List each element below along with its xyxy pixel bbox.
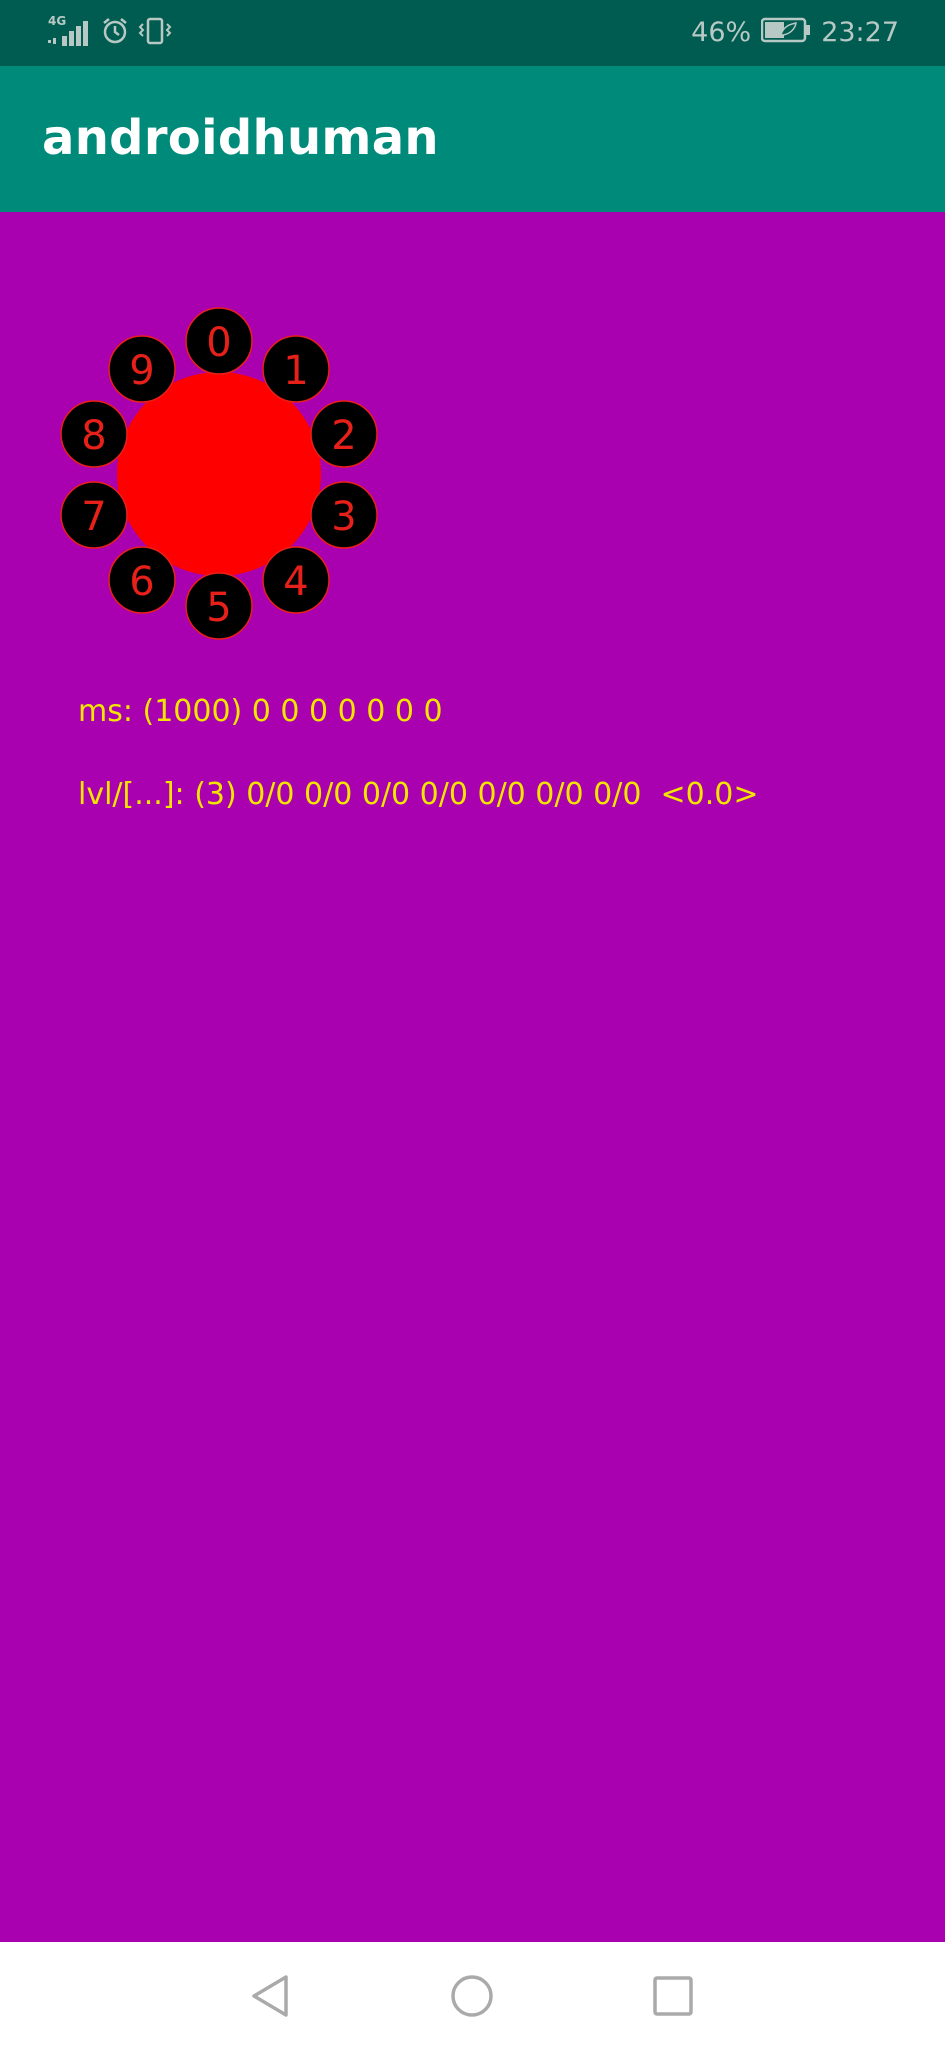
alarm-icon (100, 16, 130, 50)
dial-button-7[interactable]: 7 (60, 481, 128, 549)
home-button[interactable] (444, 1968, 500, 2024)
dial-button-label: 7 (81, 494, 106, 540)
status-right: 46% 23:27 (691, 14, 899, 52)
rotary-dial: 0 12 34 5 67 89 (60, 307, 378, 640)
clock-time: 23:27 (821, 17, 899, 48)
ms-readout: ms: (1000) 0 0 0 0 0 0 0 (78, 694, 443, 729)
dial-button-label: 4 (283, 559, 308, 605)
dial-button-9[interactable]: 9 (108, 335, 176, 403)
recents-icon (653, 1976, 693, 2016)
dial-button-label: 3 (331, 494, 356, 540)
status-left: 4G (48, 14, 172, 52)
back-button[interactable] (242, 1968, 298, 2024)
dial-button-label: 2 (331, 413, 356, 459)
dial-button-5[interactable]: 5 (185, 572, 253, 640)
dial-button-4[interactable]: 4 (262, 546, 330, 614)
dial-button-0[interactable]: 0 (185, 307, 253, 375)
main-content: 0 12 34 5 67 89 ms: (1000) 0 0 0 0 0 0 0 lvl/… (0, 212, 945, 1942)
battery-icon (760, 17, 811, 50)
dial-button-label: 5 (206, 585, 231, 631)
dial-button-label: 0 (206, 320, 231, 366)
back-icon (252, 1975, 288, 2017)
dial-button-label: 8 (81, 413, 106, 459)
dial-center (117, 372, 321, 576)
home-icon (451, 1975, 493, 2017)
dial-button-6[interactable]: 6 (108, 546, 176, 614)
vibrate-icon (138, 16, 172, 50)
app-title: androidhuman (42, 110, 439, 166)
battery-percent: 46% (691, 17, 752, 48)
status-bar: 4G 46% 23:27 (0, 0, 945, 66)
dial-button-label: 1 (283, 348, 308, 394)
dial-button-8[interactable]: 8 (60, 400, 128, 468)
dial-button-3[interactable]: 3 (310, 481, 378, 549)
dial-button-label: 9 (129, 348, 154, 394)
app-bar: androidhuman (0, 66, 945, 212)
dial-button-2[interactable]: 2 (310, 400, 378, 468)
level-readout: lvl/[...]: (3) 0/0 0/0 0/0 0/0 0/0 0/0 0… (78, 777, 759, 812)
dial-button-1[interactable]: 1 (262, 335, 330, 403)
recents-button[interactable] (645, 1968, 701, 2024)
navigation-bar (0, 1942, 945, 2048)
signal-icon: 4G (48, 14, 92, 48)
dial-button-label: 6 (129, 559, 154, 605)
